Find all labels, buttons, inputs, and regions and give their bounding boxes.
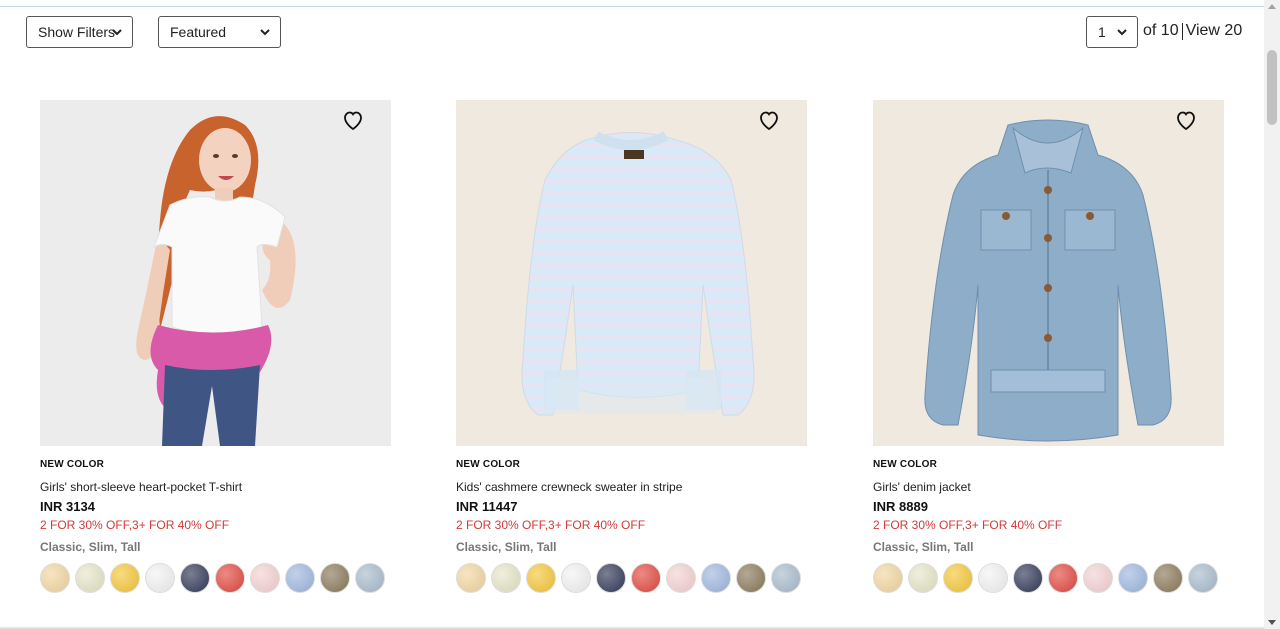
- product-fits: Classic, Slim, Tall: [40, 540, 141, 554]
- new-color-badge: NEW COLOR: [456, 459, 521, 470]
- color-swatch[interactable]: [75, 563, 105, 593]
- color-swatch[interactable]: [561, 563, 591, 593]
- color-swatch[interactable]: [491, 563, 521, 593]
- scrollbar-thumb[interactable]: [1267, 50, 1277, 125]
- product-fits: Classic, Slim, Tall: [456, 540, 557, 554]
- color-swatch[interactable]: [110, 563, 140, 593]
- color-swatch[interactable]: [40, 563, 70, 593]
- color-swatch[interactable]: [978, 563, 1008, 593]
- product-image[interactable]: [456, 100, 807, 446]
- color-swatch[interactable]: [526, 563, 556, 593]
- pagination-info: of 10 View 20: [1143, 22, 1242, 40]
- chevron-down-icon: [260, 29, 270, 36]
- product-promo: 2 FOR 30% OFF,3+ FOR 40% OFF: [456, 518, 646, 532]
- product-image[interactable]: [40, 100, 391, 446]
- color-swatch[interactable]: [145, 563, 175, 593]
- heart-icon[interactable]: [1174, 108, 1198, 132]
- color-swatch[interactable]: [250, 563, 280, 593]
- page-select-value: 1: [1098, 24, 1106, 40]
- color-swatches: [456, 563, 807, 593]
- sweater-photo: [456, 100, 807, 446]
- color-swatch[interactable]: [666, 563, 696, 593]
- page-select[interactable]: 1: [1086, 16, 1138, 48]
- color-swatch[interactable]: [1013, 563, 1043, 593]
- new-color-badge: NEW COLOR: [40, 459, 105, 470]
- color-swatch[interactable]: [1153, 563, 1183, 593]
- color-swatches: [40, 563, 391, 593]
- product-name[interactable]: Girls' short-sleeve heart-pocket T-shirt: [40, 480, 391, 494]
- chevron-down-icon: [112, 29, 122, 36]
- color-swatches: [873, 563, 1224, 593]
- color-swatch[interactable]: [1048, 563, 1078, 593]
- sort-select[interactable]: Featured: [158, 16, 281, 48]
- color-swatch[interactable]: [701, 563, 731, 593]
- listing-toolbar: Show Filters Featured 1 of 10 View 20: [0, 0, 1264, 70]
- color-swatch[interactable]: [320, 563, 350, 593]
- heart-icon[interactable]: [341, 108, 365, 132]
- product-promo: 2 FOR 30% OFF,3+ FOR 40% OFF: [40, 518, 230, 532]
- show-filters-label: Show Filters: [38, 24, 116, 40]
- color-swatch[interactable]: [631, 563, 661, 593]
- scroll-down-arrow-icon[interactable]: [1268, 620, 1276, 625]
- product-name[interactable]: Kids' cashmere crewneck sweater in strip…: [456, 480, 807, 494]
- divider: [1181, 22, 1183, 40]
- page-scrollbar[interactable]: [1264, 0, 1280, 629]
- color-swatch[interactable]: [456, 563, 486, 593]
- sort-label: Featured: [170, 24, 227, 40]
- color-swatch[interactable]: [215, 563, 245, 593]
- color-swatch[interactable]: [908, 563, 938, 593]
- product-price: INR 3134: [40, 499, 95, 514]
- denim-jacket-photo: [873, 100, 1224, 446]
- view-count-link[interactable]: View 20: [1186, 22, 1243, 40]
- color-swatch[interactable]: [736, 563, 766, 593]
- color-swatch[interactable]: [285, 563, 315, 593]
- product-image[interactable]: [873, 100, 1224, 446]
- page-count: of 10: [1143, 22, 1179, 39]
- heart-icon[interactable]: [757, 108, 781, 132]
- color-swatch[interactable]: [1188, 563, 1218, 593]
- color-swatch[interactable]: [355, 563, 385, 593]
- color-swatch[interactable]: [1083, 563, 1113, 593]
- chevron-down-icon: [1117, 29, 1127, 36]
- color-swatch[interactable]: [943, 563, 973, 593]
- product-promo: 2 FOR 30% OFF,3+ FOR 40% OFF: [873, 518, 1063, 532]
- product-card[interactable]: NEW COLOR Girls' denim jacket INR 8889 2…: [873, 100, 1224, 593]
- new-color-badge: NEW COLOR: [873, 459, 938, 470]
- product-card[interactable]: NEW COLOR Girls' short-sleeve heart-pock…: [40, 100, 391, 593]
- product-name[interactable]: Girls' denim jacket: [873, 480, 1224, 494]
- scroll-up-arrow-icon[interactable]: [1268, 4, 1276, 9]
- product-card[interactable]: NEW COLOR Kids' cashmere crewneck sweate…: [456, 100, 807, 593]
- color-swatch[interactable]: [180, 563, 210, 593]
- product-fits: Classic, Slim, Tall: [873, 540, 974, 554]
- color-swatch[interactable]: [596, 563, 626, 593]
- product-price: INR 8889: [873, 499, 928, 514]
- product-price: INR 11447: [456, 499, 518, 514]
- color-swatch[interactable]: [873, 563, 903, 593]
- color-swatch[interactable]: [771, 563, 801, 593]
- color-swatch[interactable]: [1118, 563, 1148, 593]
- show-filters-select[interactable]: Show Filters: [26, 16, 133, 48]
- girl-tshirt-photo: [40, 100, 391, 446]
